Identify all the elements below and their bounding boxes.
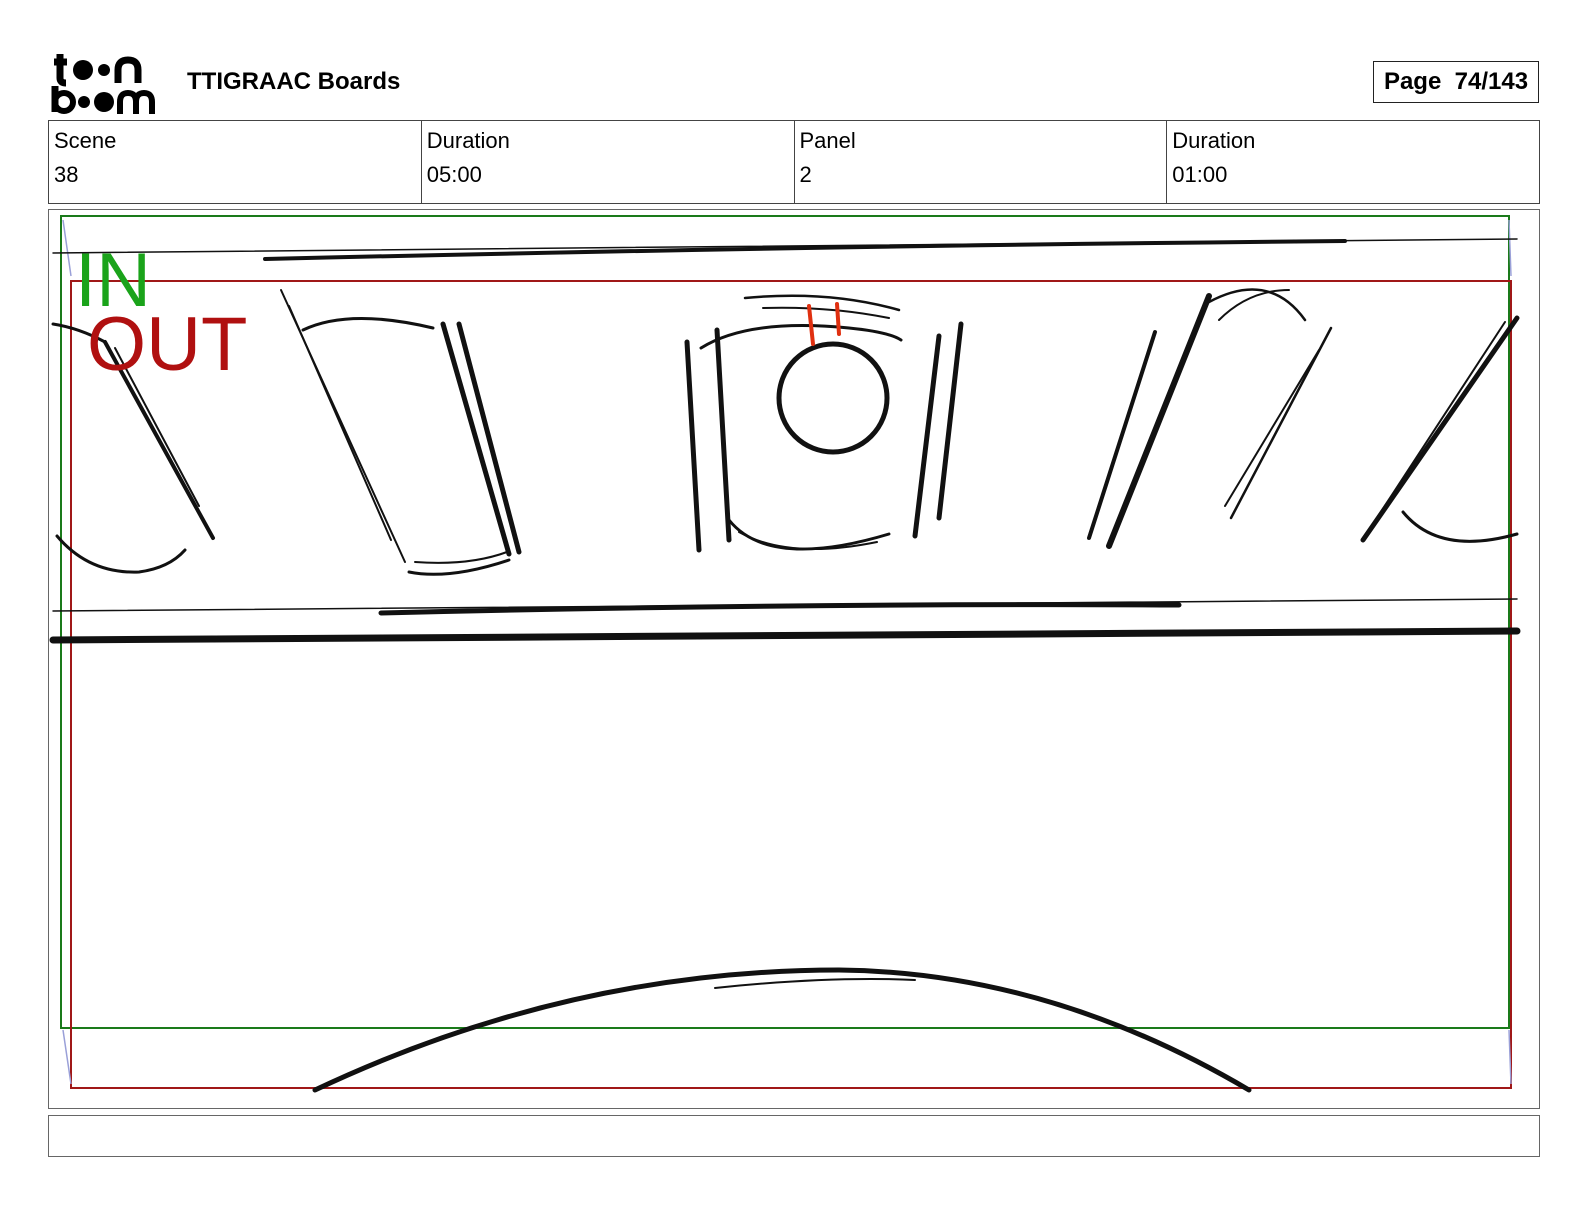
sketch-strokes	[49, 238, 1521, 1093]
panel-value: 2	[799, 162, 812, 187]
scene-duration-label: Duration	[426, 128, 510, 153]
scene-value: 38	[54, 162, 79, 187]
in-frame	[60, 215, 1510, 1029]
panel-cell: Panel 2	[795, 121, 1168, 203]
panel-duration-label: Duration	[1172, 128, 1256, 153]
project-title: TTIGRAAC Boards	[187, 68, 401, 95]
panel-label: Panel	[799, 128, 856, 153]
scene-info-table: Scene 38 Duration 05:00 Panel 2 Duration…	[48, 120, 1540, 204]
caption-box	[48, 1115, 1540, 1157]
panel-duration-value: 01:00	[1172, 162, 1228, 187]
storyboard-panel: IN OUT	[48, 209, 1540, 1109]
scene-cell: Scene 38	[49, 121, 422, 203]
page-number: 74/143	[1454, 68, 1529, 95]
out-frame	[70, 280, 1512, 1089]
panel-sketch: IN OUT	[49, 215, 1521, 1093]
panel-duration-cell: Duration 01:00	[1167, 121, 1539, 203]
scene-duration-value: 05:00	[426, 162, 482, 187]
page-indicator: Page 74/143	[1373, 61, 1539, 103]
out-label: OUT	[87, 302, 247, 387]
page-label: Page	[1383, 68, 1442, 95]
toonboom-logo	[50, 50, 166, 116]
scene-label: Scene	[54, 128, 117, 153]
scene-duration-cell: Duration 05:00	[422, 121, 795, 203]
